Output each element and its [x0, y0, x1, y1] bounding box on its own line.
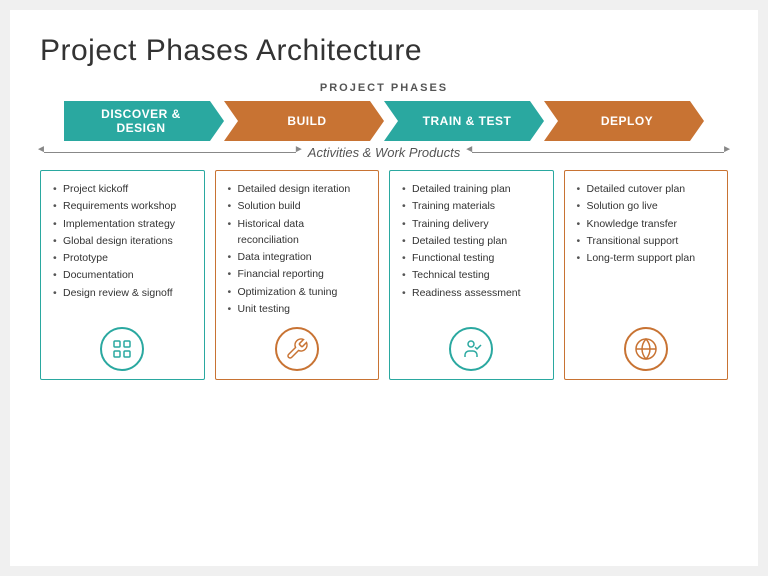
deploy-col-list: Detailed cutover planSolution go live Kno… — [575, 181, 718, 319]
list-item: Project kickoff — [51, 181, 194, 197]
main-title: Project Phases Architecture — [40, 34, 728, 68]
build-col-icon-container — [226, 327, 369, 371]
build-col-list: Detailed design iterationSolution build H… — [226, 181, 369, 319]
list-item: Detailed testing plan — [400, 233, 543, 249]
list-item: Transitional support — [575, 233, 718, 249]
list-item: Solution build — [226, 198, 369, 214]
list-item: Data integration — [226, 249, 369, 265]
list-item: Detailed cutover plan — [575, 181, 718, 197]
phases-label: PROJECT PHASES — [40, 82, 728, 94]
list-item: Knowledge transfer — [575, 216, 718, 232]
phase-discover: DISCOVER &DESIGN — [64, 101, 224, 141]
list-item: Design review & signoff — [51, 285, 194, 301]
list-item: Implementation strategy — [51, 216, 194, 232]
train-col-list: Detailed training planTraining materials… — [400, 181, 543, 319]
list-item: Long-term support plan — [575, 250, 718, 266]
discover-col-list: Project kickoffRequirements workshop Impl… — [51, 181, 194, 319]
list-item: Historical data reconciliation — [226, 216, 369, 249]
list-item: Documentation — [51, 267, 194, 283]
phase-train: TRAIN & TEST — [384, 101, 544, 141]
phase-build: BUILD — [224, 101, 384, 141]
list-item: Detailed design iteration — [226, 181, 369, 197]
list-item: Financial reporting — [226, 266, 369, 282]
list-item: Solution go live — [575, 198, 718, 214]
phase-deploy: DEPLOY — [544, 101, 704, 141]
list-item: Prototype — [51, 250, 194, 266]
slide: Project Phases Architecture PROJECT PHAS… — [10, 10, 758, 566]
train-col: Detailed training planTraining materials… — [389, 170, 554, 380]
discover-col: Project kickoffRequirements workshop Impl… — [40, 170, 205, 380]
phases-row: DISCOVER &DESIGNBUILDTRAIN & TESTDEPLOY — [40, 101, 728, 141]
list-item: Requirements workshop — [51, 198, 194, 214]
deploy-icon — [624, 327, 668, 371]
deploy-col-icon-container — [575, 327, 718, 371]
list-item: Optimization & tuning — [226, 284, 369, 300]
list-item: Readiness assessment — [400, 285, 543, 301]
list-item: Detailed training plan — [400, 181, 543, 197]
list-item: Functional testing — [400, 250, 543, 266]
columns-row: Project kickoffRequirements workshop Impl… — [40, 170, 728, 380]
build-icon — [275, 327, 319, 371]
activities-line-left — [44, 152, 296, 153]
list-item: Global design iterations — [51, 233, 194, 249]
discover-col-icon-container — [51, 327, 194, 371]
build-col: Detailed design iterationSolution build H… — [215, 170, 380, 380]
deploy-col: Detailed cutover planSolution go live Kno… — [564, 170, 729, 380]
activities-row: Activities & Work Products — [40, 145, 728, 160]
list-item: Unit testing — [226, 301, 369, 317]
discover-icon — [100, 327, 144, 371]
train-col-icon-container — [400, 327, 543, 371]
list-item: Training materials — [400, 198, 543, 214]
activities-line-right — [472, 152, 724, 153]
train-icon — [449, 327, 493, 371]
list-item: Technical testing — [400, 267, 543, 283]
list-item: Training delivery — [400, 216, 543, 232]
activities-label: Activities & Work Products — [300, 145, 468, 160]
